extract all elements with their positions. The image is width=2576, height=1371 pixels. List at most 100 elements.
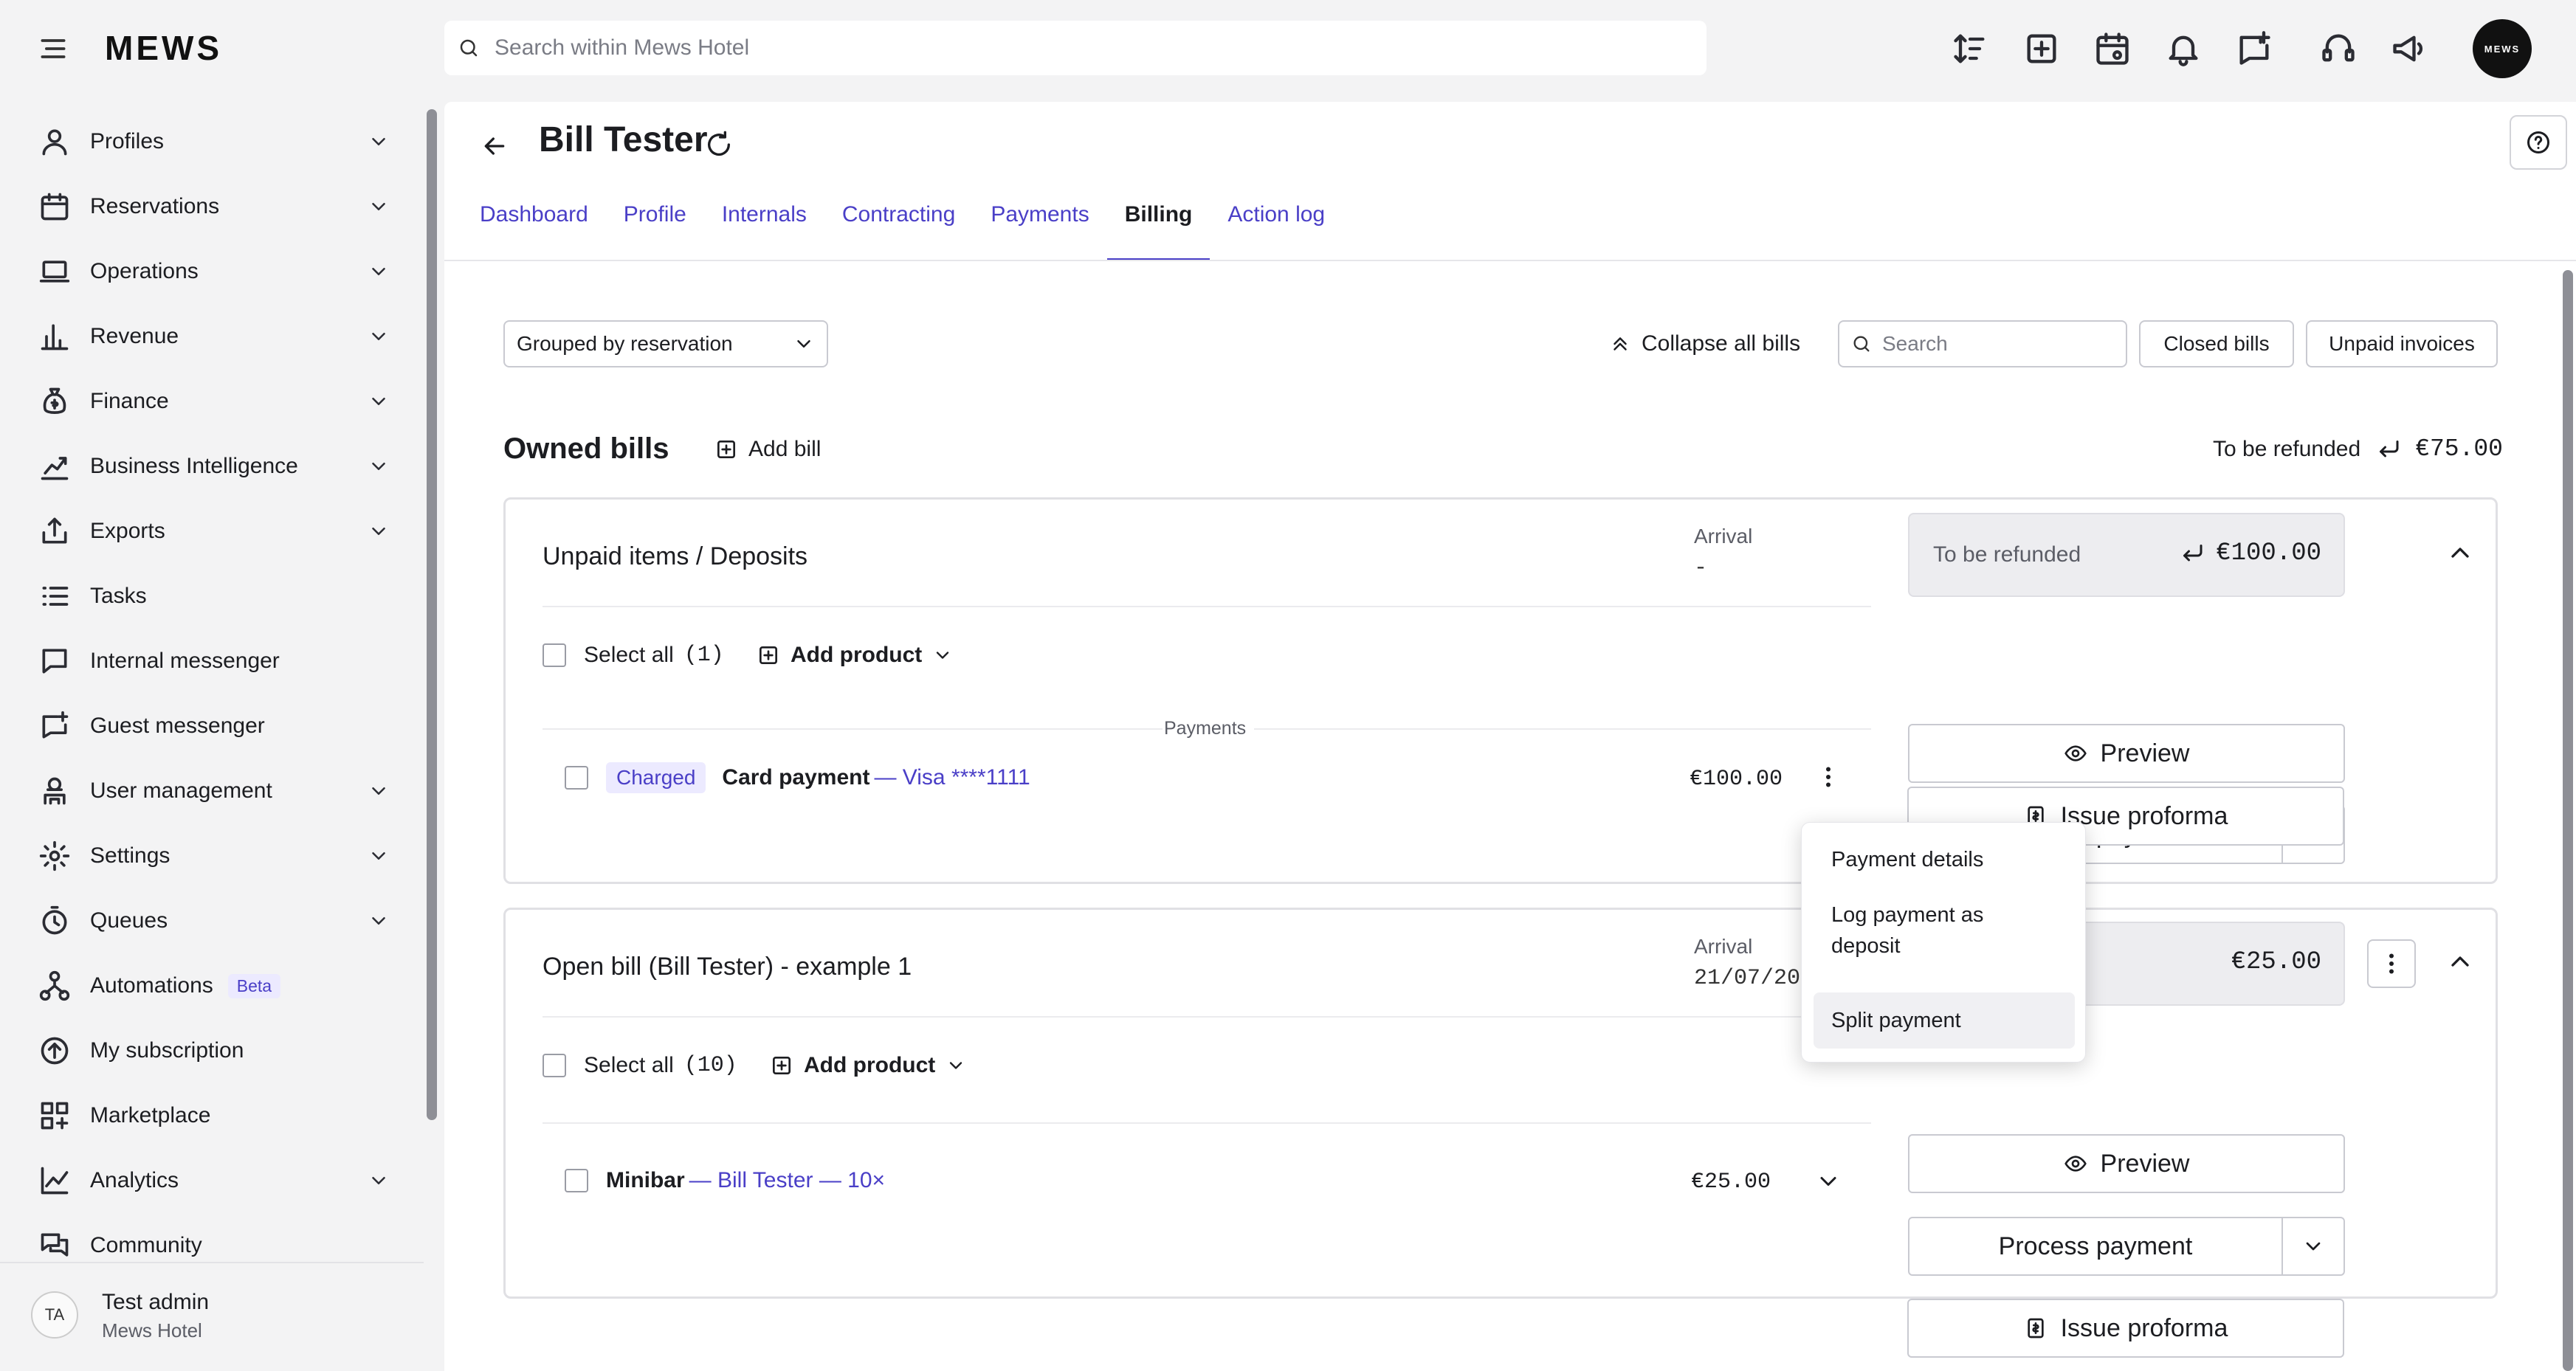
balance-amount: €100.00 (2216, 539, 2321, 567)
select-all[interactable]: Select all (10) (543, 1053, 737, 1078)
add-product-button[interactable]: Add product (770, 1053, 977, 1078)
bill-search-input[interactable]: Search (1838, 320, 2127, 367)
payment-context-menu: Payment details Log payment as deposit S… (1801, 822, 2086, 1063)
messenger-icon[interactable] (2235, 30, 2273, 68)
process-payment-split-button: Process payment (1908, 1217, 2345, 1276)
process-payment-button[interactable]: Process payment (1909, 1218, 2283, 1274)
grouping-select[interactable]: Grouped by reservation (503, 320, 828, 367)
closed-bills-button[interactable]: Closed bills (2139, 320, 2294, 367)
menu-item-log-payment-as-deposit[interactable]: Log payment as deposit (1814, 897, 2075, 964)
chevron-down-icon (368, 1170, 390, 1192)
preview-button[interactable]: Preview (1908, 1134, 2345, 1193)
row-checkbox[interactable] (565, 1169, 588, 1192)
collapse-all-label: Collapse all bills (1642, 331, 1801, 356)
product-name: Minibar (606, 1168, 685, 1192)
sidebar-item-profiles[interactable]: Profiles (35, 120, 390, 164)
invoice-icon (2024, 1316, 2048, 1340)
tab-profile[interactable]: Profile (606, 195, 704, 261)
tab-payments[interactable]: Payments (973, 195, 1106, 261)
unpaid-invoices-button[interactable]: Unpaid invoices (2306, 320, 2498, 367)
guest-chat-icon (35, 707, 74, 745)
select-all-checkbox[interactable] (543, 643, 566, 667)
sidebar-item-community[interactable]: Community (35, 1223, 390, 1268)
more-options-icon[interactable] (1815, 762, 1842, 795)
tab-contracting[interactable]: Contracting (824, 195, 973, 261)
chevron-up-icon[interactable] (2445, 538, 2475, 571)
total-refund-label: To be refunded (2213, 436, 2361, 461)
total-refund-amount: €75.00 (2415, 435, 2503, 463)
preview-label: Preview (2100, 739, 2190, 767)
current-user[interactable]: TA Test admin Mews Hotel (0, 1262, 424, 1371)
sidebar-item-business-intelligence[interactable]: Business Intelligence (35, 444, 390, 488)
tab-internals[interactable]: Internals (704, 195, 824, 261)
payment-row[interactable]: Charged Card payment — Visa ****1111 (565, 762, 1030, 793)
bell-icon[interactable] (2164, 30, 2203, 68)
sidebar-item-label: My subscription (90, 1038, 244, 1063)
sidebar-item-tasks[interactable]: Tasks (35, 574, 390, 618)
subscription-icon (35, 1032, 74, 1070)
chevron-down-icon (368, 910, 390, 932)
sidebar-item-reservations[interactable]: Reservations (35, 184, 390, 229)
sidebar-item-settings[interactable]: Settings (35, 834, 390, 878)
refresh-icon[interactable] (704, 130, 734, 159)
chevron-down-icon[interactable] (1815, 1168, 1842, 1198)
sidebar-item-label: Internal messenger (90, 649, 280, 673)
tab-divider (444, 260, 2576, 261)
product-row[interactable]: Minibar — Bill Tester — 10× (565, 1168, 885, 1193)
sidebar-item-guest-messenger[interactable]: Guest messenger (35, 704, 390, 748)
announcement-icon[interactable] (2390, 30, 2428, 68)
sidebar-item-exports[interactable]: Exports (35, 509, 390, 553)
logo[interactable]: MEWS (105, 28, 222, 68)
help-button[interactable] (2510, 115, 2567, 170)
preview-button[interactable]: Preview (1908, 724, 2345, 783)
sidebar-item-my-subscription[interactable]: My subscription (35, 1029, 390, 1073)
chevron-down-icon (368, 455, 390, 477)
chevron-down-icon (946, 1055, 966, 1076)
hotel-avatar[interactable]: MEWS (2473, 19, 2532, 78)
chat-icon (35, 642, 74, 680)
refund-arrow-icon (2375, 436, 2402, 463)
sidebar-scrollbar[interactable] (427, 109, 437, 1120)
tab-action-log[interactable]: Action log (1210, 195, 1343, 261)
automation-icon (35, 967, 74, 1005)
sidebar-item-queues[interactable]: Queues (35, 899, 390, 943)
sidebar-item-analytics[interactable]: Analytics (35, 1158, 390, 1203)
sidebar-item-revenue[interactable]: Revenue (35, 314, 390, 359)
sidebar-item-operations[interactable]: Operations (35, 249, 390, 294)
issue-proforma-button[interactable]: Issue proforma (1907, 1299, 2344, 1358)
more-options-icon (2378, 949, 2405, 978)
support-icon[interactable] (2319, 30, 2358, 68)
global-search-input[interactable]: Search within Mews Hotel (444, 21, 1707, 75)
main-scrollbar[interactable] (2563, 270, 2573, 1371)
process-payment-dropdown[interactable] (2283, 1218, 2343, 1274)
bill-balance: To be refunded €100.00 (1908, 513, 2345, 597)
select-all[interactable]: Select all (1) (543, 643, 724, 668)
chevron-up-icon[interactable] (2445, 947, 2475, 980)
sort-icon[interactable] (1951, 30, 1989, 68)
collapse-all-bills-button[interactable]: Collapse all bills (1609, 320, 1800, 367)
add-bill-button[interactable]: Add bill (714, 437, 821, 462)
calendar-icon[interactable] (2093, 30, 2132, 68)
add-product-button[interactable]: Add product (757, 643, 963, 668)
payments-section-label: Payments (1164, 718, 1247, 739)
row-checkbox[interactable] (565, 766, 588, 790)
sidebar-item-automations[interactable]: Automations Beta (35, 964, 390, 1008)
menu-icon[interactable] (37, 32, 69, 65)
menu-item-split-payment[interactable]: Split payment (1814, 992, 2075, 1049)
select-all-label: Select all (584, 1053, 674, 1077)
product-detail: — Bill Tester — 10× (689, 1168, 886, 1192)
chevron-down-icon (2301, 1234, 2325, 1258)
menu-item-payment-details[interactable]: Payment details (1814, 839, 2075, 880)
marketplace-icon (35, 1097, 74, 1135)
sidebar-item-user-management[interactable]: User management (35, 769, 390, 813)
back-arrow-icon[interactable] (480, 131, 509, 161)
bill-options-button[interactable] (2367, 939, 2416, 988)
tab-dashboard[interactable]: Dashboard (462, 195, 606, 261)
tab-billing[interactable]: Billing (1106, 195, 1210, 261)
sidebar-item-internal-messenger[interactable]: Internal messenger (35, 639, 390, 683)
select-all-checkbox[interactable] (543, 1054, 566, 1077)
gear-icon (35, 837, 74, 875)
add-icon[interactable] (2022, 30, 2061, 68)
sidebar-item-finance[interactable]: Finance (35, 379, 390, 424)
sidebar-item-marketplace[interactable]: Marketplace (35, 1094, 390, 1138)
